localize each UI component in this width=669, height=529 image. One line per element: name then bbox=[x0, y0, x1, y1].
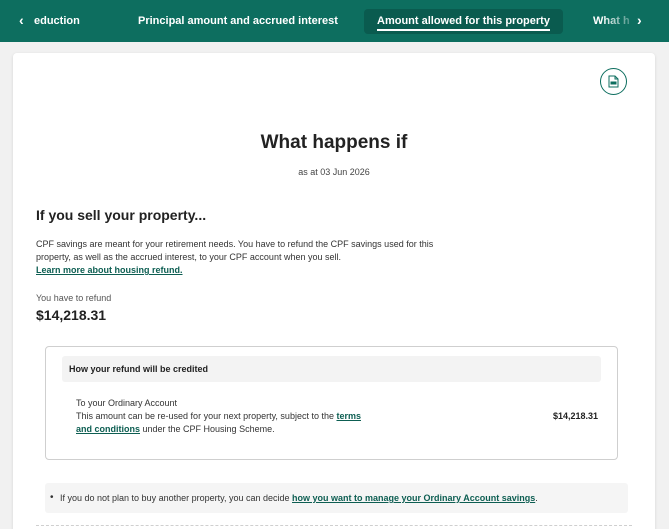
refund-explanation: CPF savings are meant for your retiremen… bbox=[36, 238, 436, 277]
refund-credit-box: How your refund will be credited To your… bbox=[45, 346, 618, 460]
refund-amount: $14,218.31 bbox=[36, 307, 107, 323]
ordinary-account-description: This amount can be re-used for your next… bbox=[76, 410, 366, 436]
tab-fade bbox=[601, 0, 641, 42]
chevron-left-icon[interactable]: ‹ bbox=[19, 0, 24, 42]
account-desc-before: This amount can be re-used for your next… bbox=[76, 411, 334, 421]
divider bbox=[36, 525, 632, 526]
chevron-right-icon[interactable]: › bbox=[637, 0, 642, 42]
tab-principal-and-interest[interactable]: Principal amount and accrued interest bbox=[138, 0, 338, 42]
ordinary-account-amount: $14,218.31 bbox=[552, 411, 598, 421]
bullet-icon: • bbox=[50, 492, 54, 503]
refund-label: You have to refund bbox=[36, 293, 112, 303]
housing-refund-link[interactable]: Learn more about housing refund. bbox=[36, 265, 183, 275]
tab-amount-allowed-label: Amount allowed for this property bbox=[377, 15, 550, 31]
section-heading: If you sell your property... bbox=[36, 207, 207, 223]
section-tab-bar: ‹ eduction Principal amount and accrued … bbox=[0, 0, 669, 42]
pdf-file-icon bbox=[608, 75, 619, 88]
ordinary-account-title: To your Ordinary Account bbox=[76, 398, 178, 408]
note-text-after: . bbox=[535, 493, 538, 503]
page-title: What happens if bbox=[260, 132, 408, 153]
ordinary-account-note: • If you do not plan to buy another prop… bbox=[45, 483, 628, 513]
account-desc-after: under the CPF Housing Scheme. bbox=[142, 424, 275, 434]
pdf-download-icon[interactable] bbox=[600, 68, 627, 95]
refund-explanation-text: CPF savings are meant for your retiremen… bbox=[36, 239, 434, 262]
tab-reduction[interactable]: eduction bbox=[34, 0, 80, 42]
content-card: What happens if as at 03 Jun 2026 If you… bbox=[13, 53, 655, 529]
note-text: If you do not plan to buy another proper… bbox=[60, 483, 538, 513]
manage-oa-savings-link[interactable]: how you want to manage your Ordinary Acc… bbox=[292, 493, 535, 503]
as-at-date: as at 03 Jun 2026 bbox=[298, 167, 370, 177]
refund-credit-heading: How your refund will be credited bbox=[62, 356, 601, 382]
tab-amount-allowed[interactable]: Amount allowed for this property bbox=[364, 9, 563, 34]
note-text-before: If you do not plan to buy another proper… bbox=[60, 493, 290, 503]
